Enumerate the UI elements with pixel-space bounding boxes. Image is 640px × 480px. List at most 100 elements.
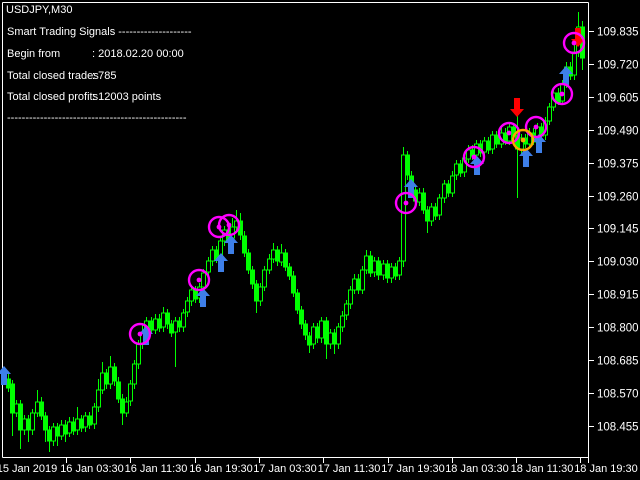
candle-body bbox=[173, 320, 178, 333]
candle-body bbox=[291, 275, 296, 294]
candle-body bbox=[149, 320, 154, 331]
candle-body bbox=[401, 154, 406, 262]
candle-body bbox=[267, 258, 272, 271]
candle-body bbox=[307, 335, 312, 346]
price-axis-label: 108.800 bbox=[597, 323, 639, 335]
candle-body bbox=[10, 383, 15, 414]
candle-body bbox=[153, 318, 158, 331]
candle-body bbox=[104, 372, 109, 385]
candle-body bbox=[486, 140, 491, 151]
price-axis-label: 108.915 bbox=[597, 290, 639, 302]
candle-body bbox=[315, 326, 320, 339]
price-axis-label: 108.455 bbox=[597, 422, 639, 434]
candle-body bbox=[189, 289, 194, 302]
info-row-total-profits: Total closed profits: 12003 points bbox=[7, 91, 161, 103]
candle-body bbox=[30, 412, 35, 431]
time-axis-label: 16 Jan 19:30 bbox=[189, 463, 253, 475]
info-value: : 2018.02.20 00:00 bbox=[92, 48, 184, 60]
candle-body bbox=[6, 378, 11, 389]
candle-body bbox=[397, 260, 402, 276]
candle-body bbox=[87, 415, 92, 426]
info-value: : 785 bbox=[92, 70, 117, 82]
candle-body bbox=[79, 418, 84, 429]
candle-body bbox=[364, 255, 369, 271]
candle-body bbox=[454, 163, 459, 176]
time-axis-label: 17 Jan 11:30 bbox=[318, 463, 381, 475]
candle-body bbox=[96, 389, 101, 408]
candle-body bbox=[92, 406, 97, 425]
candle-body bbox=[437, 197, 442, 216]
candle-body bbox=[446, 183, 451, 194]
price-axis-label: 109.835 bbox=[597, 27, 639, 39]
candle-body bbox=[177, 320, 182, 328]
time-axis-label: 18 Jan 19:30 bbox=[574, 463, 638, 475]
candle-body bbox=[59, 424, 64, 437]
trade-exit-circle-icon-dot bbox=[506, 130, 512, 136]
candle-body bbox=[181, 312, 186, 328]
candle-body bbox=[360, 269, 365, 291]
info-row-total-trades: Total closed trades: 785 bbox=[7, 70, 116, 82]
candle-body bbox=[201, 272, 206, 288]
sell-arrow-icon bbox=[510, 98, 524, 117]
candle-body bbox=[206, 260, 211, 273]
candle-body bbox=[425, 209, 430, 222]
candle-body bbox=[112, 366, 117, 382]
time-axis-label: 16 Jan 11:30 bbox=[125, 463, 188, 475]
candle-body bbox=[185, 300, 190, 313]
trade-exit-circle-icon-dot bbox=[471, 154, 477, 160]
candle-body bbox=[26, 418, 31, 431]
candle-body bbox=[421, 192, 426, 211]
candle-body bbox=[295, 292, 300, 311]
candle-body bbox=[14, 403, 19, 414]
candle-body bbox=[51, 426, 56, 442]
candle-body bbox=[376, 260, 381, 276]
candle-body bbox=[279, 252, 284, 263]
candle-body bbox=[547, 106, 552, 122]
info-label: Begin from bbox=[7, 48, 61, 60]
candle-body bbox=[71, 421, 76, 432]
candle-body bbox=[116, 381, 121, 400]
candle-body bbox=[193, 289, 198, 300]
candle-body bbox=[393, 266, 398, 277]
candle-body bbox=[348, 289, 353, 305]
candle-body bbox=[161, 312, 166, 328]
candle-body bbox=[169, 323, 174, 334]
time-axis-label: 18 Jan 03:30 bbox=[445, 463, 509, 475]
candle-body bbox=[67, 421, 72, 434]
price-axis-label: 109.375 bbox=[597, 159, 639, 171]
price-axis-label: 108.570 bbox=[597, 389, 639, 401]
candle-body bbox=[429, 206, 434, 222]
trade-exit-circle-icon-dot bbox=[196, 277, 202, 283]
trade-exit-circle-icon-dot bbox=[137, 331, 143, 337]
candle-body bbox=[55, 426, 60, 437]
indicator-title-line: Smart Trading Signals ------------------… bbox=[7, 26, 192, 38]
candle-body bbox=[368, 255, 373, 274]
candle-body bbox=[372, 260, 377, 273]
candle-body bbox=[136, 343, 141, 365]
candle-body bbox=[63, 424, 68, 435]
candle-body bbox=[210, 249, 215, 262]
candle-body bbox=[494, 134, 499, 145]
chart-symbol-period-title: USDJPY,M30 bbox=[6, 4, 73, 16]
candle-body bbox=[356, 278, 361, 291]
indicator-separator-line: ----------------------------------------… bbox=[7, 112, 187, 124]
price-axis-label: 109.145 bbox=[597, 224, 639, 236]
candle-body bbox=[39, 401, 44, 417]
trade-exit-circle-icon-dot bbox=[226, 222, 232, 228]
candle-body bbox=[482, 140, 487, 153]
candle-body bbox=[275, 249, 280, 262]
trade-exit-circle-icon-dot bbox=[533, 124, 539, 130]
candle-body bbox=[262, 269, 267, 288]
candle-body bbox=[43, 415, 48, 431]
candle-body bbox=[18, 403, 23, 431]
price-axis-label: 109.605 bbox=[597, 93, 639, 105]
candle-body bbox=[332, 332, 337, 345]
info-value: : 12003 points bbox=[92, 91, 162, 103]
candle-body bbox=[108, 366, 113, 385]
candle-body bbox=[246, 252, 251, 271]
candle-body bbox=[128, 383, 133, 402]
candle-body bbox=[271, 249, 276, 260]
candle-body bbox=[22, 418, 27, 431]
candle-body bbox=[442, 183, 447, 199]
trade-exit-circle-icon-dot bbox=[403, 200, 409, 206]
